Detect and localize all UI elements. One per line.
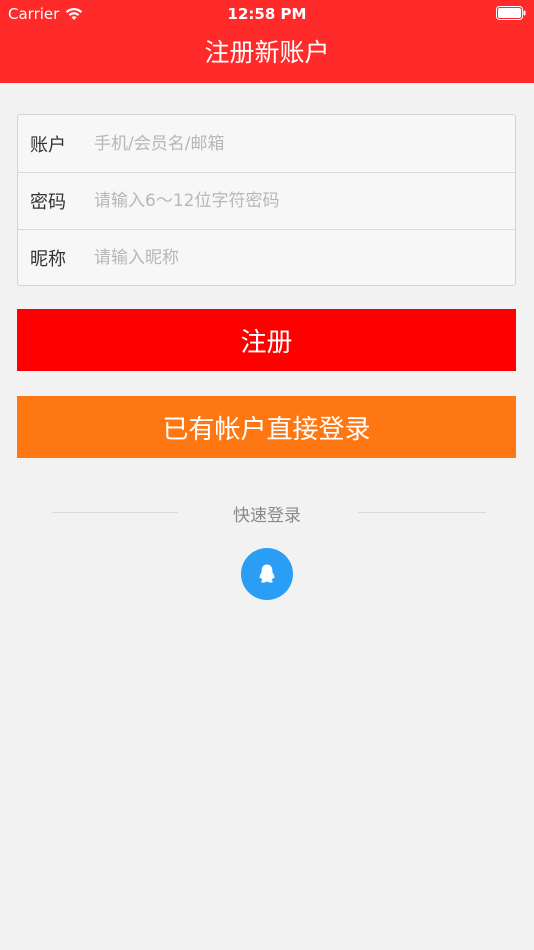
quick-login-label: 快速登录	[233, 506, 301, 526]
page-title: 注册新账户	[204, 38, 330, 67]
account-row: 账户	[18, 115, 515, 172]
nickname-label: 昵称	[30, 249, 66, 270]
register-button[interactable]: 注册	[17, 309, 516, 371]
password-row: 密码	[18, 172, 515, 229]
battery-icon	[496, 6, 526, 20]
account-input[interactable]	[94, 123, 515, 164]
register-form: 账户 密码 昵称	[17, 114, 516, 286]
top-bar: Carrier 12:58 PM 注册新账户	[0, 0, 534, 83]
quick-login-divider-right	[358, 512, 486, 513]
login-existing-button[interactable]: 已有帐户直接登录	[17, 396, 516, 458]
password-label: 密码	[30, 192, 66, 213]
password-input[interactable]	[94, 181, 515, 221]
nickname-input[interactable]	[94, 238, 515, 278]
account-label: 账户	[30, 134, 66, 156]
nickname-row: 昵称	[18, 229, 515, 286]
qq-login-button[interactable]	[241, 548, 293, 600]
qq-icon	[259, 564, 275, 583]
status-time: 12:58 PM	[227, 5, 307, 23]
